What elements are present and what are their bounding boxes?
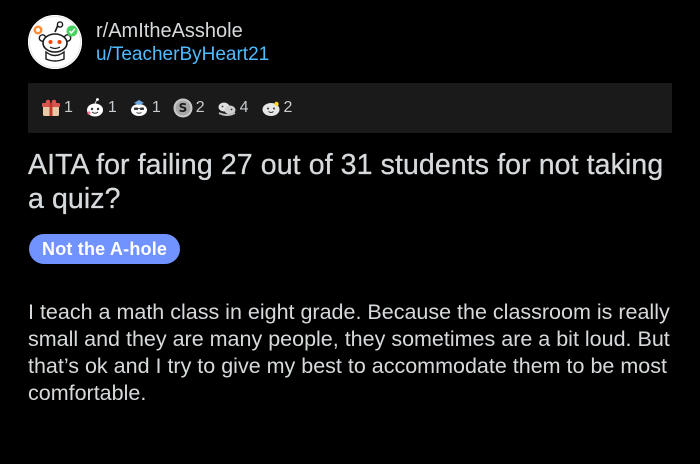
gift-award-icon [42, 99, 60, 116]
subreddit-name[interactable]: r/AmItheAsshole [96, 19, 269, 43]
award-helpful[interactable]: 1 [128, 97, 161, 119]
award-silver[interactable]: S 2 [172, 97, 205, 119]
post-title[interactable]: AITA for failing 27 out of 31 students f… [28, 148, 668, 216]
post-body: I teach a math class in eight grade. Bec… [28, 300, 670, 405]
award-count: 1 [151, 99, 161, 116]
subreddit-avatar[interactable] [28, 15, 82, 69]
helpful-award-icon [130, 100, 147, 116]
silver-award-icon: S [173, 98, 193, 118]
award-wholesome-seal[interactable]: 2 [260, 97, 293, 119]
award-count: 2 [283, 99, 293, 116]
wholesome-seal-award-icon [262, 101, 280, 116]
award-hugz[interactable]: 4 [216, 97, 249, 119]
awards-bar[interactable]: 1 1 1 S 2 4 2 [28, 83, 672, 133]
post-view: r/AmItheAsshole u/TeacherByHeart21 1 1 1… [0, 0, 700, 464]
author-username[interactable]: u/TeacherByHeart21 [96, 43, 269, 67]
post-flair[interactable]: Not the A-hole [29, 234, 181, 264]
award-count: 1 [107, 99, 117, 116]
hugz-award-icon [218, 102, 236, 116]
snoo-icon [28, 15, 82, 69]
award-count: 2 [195, 99, 205, 116]
post-meta: r/AmItheAsshole u/TeacherByHeart21 [96, 17, 269, 67]
award-wholesome[interactable]: 1 [84, 97, 117, 119]
svg-text:S: S [178, 101, 187, 115]
post-header: r/AmItheAsshole u/TeacherByHeart21 [28, 12, 269, 72]
award-count: 4 [239, 99, 249, 116]
award-count: 1 [64, 99, 73, 116]
award-gift[interactable]: 1 [40, 97, 73, 119]
wholesome-award-icon [86, 98, 103, 117]
